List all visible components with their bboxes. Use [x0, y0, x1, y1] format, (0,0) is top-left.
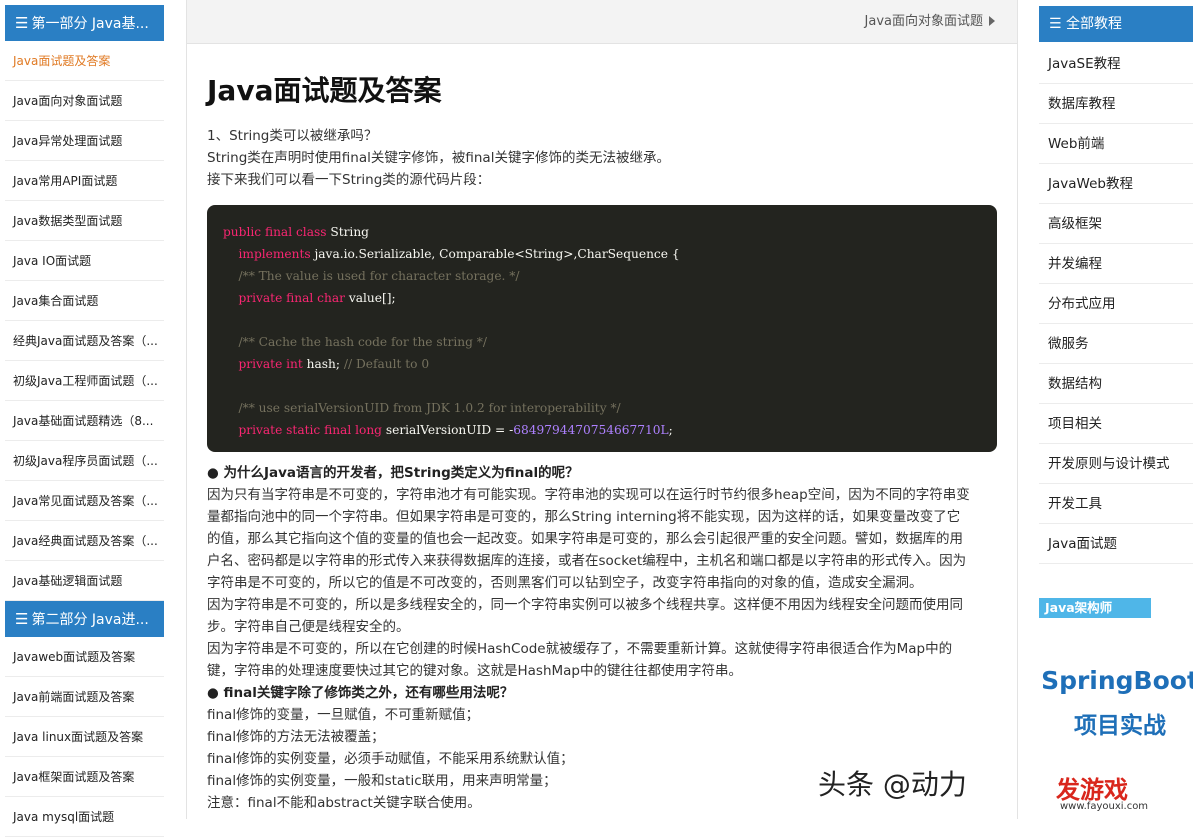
body-line: 字符串是不可变的，所以它的值是不可改变的，否则黑客们可以钻到空子，改变字符串指向… — [207, 575, 923, 591]
tutorial-item[interactable]: 开发工具 — [1039, 484, 1193, 524]
next-article-link[interactable]: Java面向对象面试题 — [865, 14, 983, 29]
main-content: Java面向对象面试题 Java面试题及答案 1、String类可以被继承吗？ S… — [186, 0, 1018, 819]
article-intro: 1、String类可以被继承吗？ String类在声明时使用final关键字修饰，… — [207, 125, 997, 191]
section2-title: 第二部分 Java进... — [31, 612, 149, 628]
code-block: public final class String implements jav… — [207, 205, 997, 452]
sidebar-item[interactable]: Java集合面试题 — [5, 281, 164, 321]
article: Java面试题及答案 1、String类可以被继承吗？ String类在声明时使用… — [187, 74, 1017, 814]
sidebar-item[interactable]: Javaweb面试题及答案 — [5, 637, 164, 677]
menu-icon: ☰ — [1049, 16, 1067, 32]
sidebar-item[interactable]: Java前端面试题及答案 — [5, 677, 164, 717]
body-line: final修饰的方法无法被覆盖； — [207, 729, 385, 745]
section2-list: Javaweb面试题及答案 Java前端面试题及答案 Java linux面试题及答… — [5, 637, 164, 837]
body-line: 因为只有当字符串是不可变的，字符串池才有可能实现。字符串池的实现可以在运行时节约… — [207, 487, 970, 503]
sidebar-item[interactable]: 经典Java面试题及答案（... — [5, 321, 164, 361]
body-line: 键，字符串的处理速度要快过其它的键对象。这就是HashMap中的键往往都使用字符… — [207, 663, 743, 679]
menu-icon: ☰ — [15, 14, 29, 32]
sidebar-item[interactable]: Java经典面试题及答案（... — [5, 521, 164, 561]
tutorial-item[interactable]: 微服务 — [1039, 324, 1193, 364]
tutorial-item[interactable]: 高级框架 — [1039, 204, 1193, 244]
sidebar-item[interactable]: Java异常处理面试题 — [5, 121, 164, 161]
body-line: 量都指向池中的同一个字符串。但如果字符串是可变的，那么String intern… — [207, 509, 961, 525]
tutorial-item[interactable]: 并发编程 — [1039, 244, 1193, 284]
ad-line1: SpringBoot — [1041, 666, 1193, 695]
body-line: 因为字符串是不可变的，所以在它创建的时候HashCode就被缓存了，不需要重新计… — [207, 641, 953, 657]
tutorial-item[interactable]: Web前端 — [1039, 124, 1193, 164]
page-title: Java面试题及答案 — [207, 74, 442, 107]
watermark-logo-url: www.fayouxi.com — [1060, 801, 1149, 812]
section1-title: 第一部分 Java基... — [31, 16, 149, 32]
tutorial-item[interactable]: 数据结构 — [1039, 364, 1193, 404]
sidebar-item[interactable]: Java面试题及答案 — [5, 41, 164, 81]
watermark-logo-text: 发游戏 — [1056, 776, 1128, 804]
tutorials-list: JavaSE教程 数据库教程 Web前端 JavaWeb教程 高级框架 并发编程 分布式应用… — [1039, 44, 1193, 564]
sidebar-item[interactable]: 初级Java工程师面试题（... — [5, 361, 164, 401]
sidebar-item[interactable]: Java linux面试题及答案 — [5, 717, 164, 757]
body-line: 因为字符串是不可变的，所以是多线程安全的，同一个字符串实例可以被多个线程共享。这… — [207, 597, 963, 613]
right-sidebar: ☰ 全部教程 JavaSE教程 数据库教程 Web前端 JavaWeb教程 高级框架 并发… — [1039, 0, 1193, 819]
watermark-logo: 发游戏 www.fayouxi.com — [1050, 768, 1190, 816]
menu-icon: ☰ — [15, 610, 29, 628]
body-line: 的值，那么其它指向这个值的变量的值也会一起改变。如果字符串是可变的，那么会引起很… — [207, 531, 963, 547]
section2-header[interactable]: ☰ 第二部分 Java进... — [5, 601, 164, 637]
sidebar-item[interactable]: Java常见面试题及答案（... — [5, 481, 164, 521]
tutorial-item[interactable]: 分布式应用 — [1039, 284, 1193, 324]
sidebar-item[interactable]: Java面向对象面试题 — [5, 81, 164, 121]
tutorials-header: ☰ 全部教程 — [1039, 6, 1193, 42]
tutorial-item[interactable]: 开发原则与设计模式 — [1039, 444, 1193, 484]
intro-line: String类在声明时使用final关键字修饰，被final关键字修饰的类无法被… — [207, 150, 670, 166]
sidebar-item[interactable]: Java IO面试题 — [5, 241, 164, 281]
intro-line: 接下来我们可以看一下String类的源代码片段： — [207, 172, 491, 188]
tutorial-item[interactable]: 数据库教程 — [1039, 84, 1193, 124]
watermark-text: 头条 @动力 — [818, 768, 967, 801]
chevron-right-icon — [989, 16, 995, 26]
body-line: final修饰的变量，一旦赋值，不可重新赋值； — [207, 707, 480, 723]
sidebar-item[interactable]: Java mysql面试题 — [5, 797, 164, 837]
tutorial-item[interactable]: Java面试题 — [1039, 524, 1193, 564]
body-line: 步。字符串自己便是线程安全的。 — [207, 619, 410, 635]
breadcrumb: Java面向对象面试题 — [187, 0, 1017, 44]
sidebar-item[interactable]: 初级Java程序员面试题（... — [5, 441, 164, 481]
tutorials-title: 全部教程 — [1066, 16, 1123, 32]
sidebar-item[interactable]: Java框架面试题及答案 — [5, 757, 164, 797]
ad-line2: 项目实战 — [1074, 713, 1166, 739]
tutorial-item[interactable]: JavaWeb教程 — [1039, 164, 1193, 204]
intro-line: 1、String类可以被继承吗？ — [207, 128, 378, 144]
section-heading: ● final关键字除了修饰类之外，还有哪些用法呢？ — [207, 685, 514, 701]
left-sidebar: ☰ 第一部分 Java基... Java面试题及答案 Java面向对象面试题 Java… — [0, 0, 168, 837]
ad-tag: Java架构师 — [1039, 598, 1151, 618]
tutorial-item[interactable]: JavaSE教程 — [1039, 44, 1193, 84]
article-body: ● 为什么Java语言的开发者，把String类定义为final的呢？ 因为只有当… — [207, 462, 997, 814]
sidebar-item[interactable]: Java数据类型面试题 — [5, 201, 164, 241]
section1-list: Java面试题及答案 Java面向对象面试题 Java异常处理面试题 Java常用AP… — [5, 41, 164, 601]
sidebar-item[interactable]: Java基础逻辑面试题 — [5, 561, 164, 601]
section1-header[interactable]: ☰ 第一部分 Java基... — [5, 5, 164, 41]
tutorial-item[interactable]: 项目相关 — [1039, 404, 1193, 444]
sidebar-item[interactable]: Java常用API面试题 — [5, 161, 164, 201]
sidebar-item[interactable]: Java基础面试题精选（8... — [5, 401, 164, 441]
body-line: 户名、密码都是以字符串的形式传入来获得数据库的连接，或者在socket编程中，主… — [207, 553, 967, 569]
section-heading: ● 为什么Java语言的开发者，把String类定义为final的呢？ — [207, 465, 579, 481]
